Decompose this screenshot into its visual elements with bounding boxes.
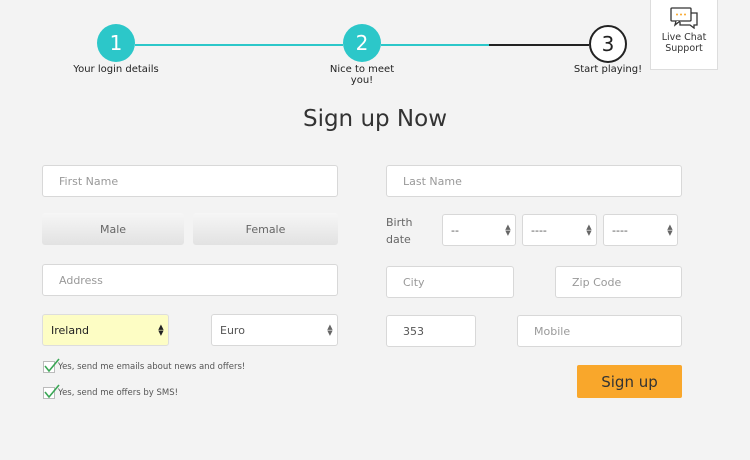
- currency-value: Euro: [220, 323, 245, 337]
- birth-month-value: ----: [531, 223, 547, 237]
- birth-month-select[interactable]: ---- ▲ ▼: [522, 214, 597, 246]
- live-chat-button[interactable]: Live Chat Support: [650, 0, 718, 70]
- select-arrows-icon: ▲ ▼: [327, 323, 333, 337]
- birth-day-select[interactable]: -- ▲ ▼: [442, 214, 516, 246]
- step-2-label: Nice to meet you!: [329, 64, 395, 86]
- live-chat-label-2: Support: [665, 43, 703, 54]
- step-3-label: Start playing!: [573, 64, 643, 75]
- phone-prefix-field[interactable]: [386, 315, 476, 347]
- step-1-circle: 1: [97, 24, 135, 62]
- progress-line-2a: [381, 44, 489, 46]
- email-optin-row[interactable]: Yes, send me emails about news and offer…: [43, 358, 246, 373]
- country-select[interactable]: Ireland ▲ ▼: [42, 314, 169, 346]
- female-button[interactable]: Female: [193, 213, 338, 245]
- select-arrows-icon: ▲ ▼: [158, 323, 164, 337]
- select-arrows-icon: ▲ ▼: [667, 223, 673, 237]
- sms-optin-label: Yes, send me offers by SMS!: [58, 388, 179, 398]
- male-button[interactable]: Male: [42, 213, 184, 245]
- select-arrows-icon: ▲ ▼: [505, 223, 511, 237]
- step-2-circle: 2: [343, 24, 381, 62]
- city-field[interactable]: [386, 266, 514, 298]
- progress-line-2b: [489, 44, 589, 46]
- last-name-field[interactable]: [386, 165, 682, 197]
- birth-date-label: Birth date: [386, 216, 413, 246]
- checkmark-icon: [44, 358, 60, 373]
- live-chat-label-1: Live Chat: [661, 32, 707, 43]
- progress-line-1: [135, 44, 343, 46]
- birth-day-value: --: [451, 223, 459, 237]
- email-optin-checkbox[interactable]: [43, 358, 60, 373]
- select-arrows-icon: ▲ ▼: [586, 223, 592, 237]
- country-value: Ireland: [51, 323, 90, 337]
- email-optin-label: Yes, send me emails about news and offer…: [58, 362, 246, 372]
- birth-year-value: ----: [612, 223, 628, 237]
- first-name-field[interactable]: [42, 165, 338, 197]
- currency-select[interactable]: Euro ▲ ▼: [211, 314, 338, 346]
- page-title: Sign up Now: [302, 106, 448, 132]
- step-3-circle: 3: [589, 25, 627, 63]
- birth-year-select[interactable]: ---- ▲ ▼: [603, 214, 678, 246]
- sign-up-button[interactable]: Sign up: [577, 365, 682, 398]
- step-1-label: Your login details: [73, 64, 159, 75]
- chat-bubble-icon: [670, 7, 698, 29]
- sms-optin-row[interactable]: Yes, send me offers by SMS!: [43, 384, 179, 399]
- checkmark-icon: [44, 384, 60, 399]
- mobile-field[interactable]: [517, 315, 682, 347]
- zip-code-field[interactable]: [555, 266, 682, 298]
- sms-optin-checkbox[interactable]: [43, 384, 60, 399]
- address-field[interactable]: [42, 264, 338, 296]
